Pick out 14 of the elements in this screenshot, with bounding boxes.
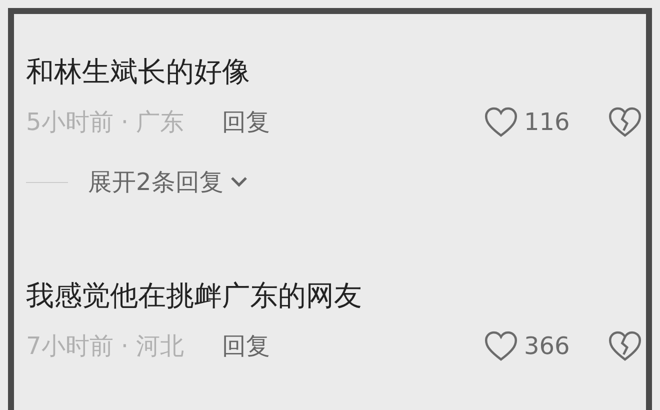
comment-text: 和林生斌长的好像 bbox=[26, 54, 251, 90]
reply-button[interactable]: 回复 bbox=[222, 328, 270, 364]
comment-meta: 5小时前 · 广东 bbox=[26, 107, 184, 138]
like-count: 366 bbox=[524, 331, 571, 362]
expand-replies-button[interactable]: 展开2条回复 bbox=[88, 164, 250, 200]
broken-heart-icon[interactable] bbox=[608, 330, 642, 362]
comment-meta: 7小时前 · 河北 bbox=[26, 331, 184, 362]
comment-text: 我感觉他在挑衅广东的网友 bbox=[26, 278, 363, 314]
heart-icon[interactable] bbox=[484, 106, 518, 138]
chevron-down-icon bbox=[229, 175, 250, 189]
like-count: 116 bbox=[524, 107, 571, 138]
heart-icon[interactable] bbox=[484, 330, 518, 362]
broken-heart-icon[interactable] bbox=[608, 106, 642, 138]
reply-button[interactable]: 回复 bbox=[222, 104, 270, 140]
